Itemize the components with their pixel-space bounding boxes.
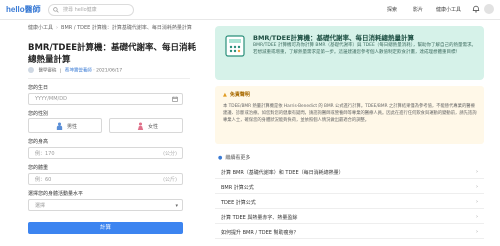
user-avatar[interactable] xyxy=(484,4,494,14)
more-link-label: TDEE 計算公式 xyxy=(221,200,256,206)
chevron-right-icon: › xyxy=(476,184,478,190)
gender-male-label: 男性 xyxy=(67,124,78,130)
more-heading: ● 繼續看更多 xyxy=(218,154,250,161)
banner-description: BMR/TDEE 計算機可為你計算 BMR（基礎代謝率）與 TDEE（每日總熱量… xyxy=(253,43,477,55)
author-name[interactable]: 蔡坤寶營養師 xyxy=(65,69,92,74)
height-input[interactable]: 例：170 (公分) xyxy=(28,147,183,159)
banner-title: BMR/TDEE計算機：基礎代謝率、每日消耗總熱量計算 xyxy=(253,34,415,42)
birthday-placeholder: YYYY/MM/DD xyxy=(35,96,67,102)
weight-label: 您的體重 xyxy=(28,165,49,171)
more-link-label: 計算 BMR（基礎代謝率）和 TDEE（每日消耗總熱量） xyxy=(221,170,344,176)
warning-icon: ▲ xyxy=(223,92,227,98)
calendar-icon[interactable] xyxy=(172,96,178,102)
more-link-5[interactable]: 如何提升 BMR / TDEE 幫助瘦身？ › xyxy=(215,226,484,239)
weight-input[interactable]: 例：60 (公斤) xyxy=(28,173,183,185)
nav-explore[interactable]: 探索 xyxy=(387,6,397,13)
disclaimer-box: ▲ 免責聲明 本 TDEE/BMR 熱量計算機是依 Harris-Benedict… xyxy=(215,86,484,144)
breadcrumb-item-tools[interactable]: 健康小工具 xyxy=(28,25,53,31)
author-prefix: 醫學審稿 xyxy=(38,68,57,74)
more-link-1[interactable]: 計算 BMR（基礎代謝率）和 TDEE（每日消耗總熱量） › xyxy=(215,166,484,179)
article-date: 2021/06/17 xyxy=(96,68,123,74)
height-unit: (公分) xyxy=(163,151,177,157)
height-placeholder: 例：170 xyxy=(35,151,55,157)
more-link-3[interactable]: TDEE 計算公式 › xyxy=(215,196,484,209)
breadcrumb: 健康小工具 › BMR / TDEE 計算機：計算基礎代謝率、每日消耗熱量計算 xyxy=(28,25,192,31)
author-avatar xyxy=(28,67,34,73)
more-link-2[interactable]: BMR 計算公式 › xyxy=(215,181,484,194)
calculate-button[interactable]: 計算 xyxy=(28,222,183,234)
disclaimer-title: ▲ 免責聲明 xyxy=(223,91,250,98)
height-label: 您的身高 xyxy=(28,139,49,145)
author-line: 醫學審稿 | 蔡坤寶營養師 · 2021/06/17 xyxy=(28,67,122,75)
divider xyxy=(28,78,190,79)
search-placeholder: 搜尋 hello健康 xyxy=(63,7,97,13)
chevron-right-icon: › xyxy=(476,199,478,205)
intro-banner: BMR/TDEE計算機：基礎代謝率、每日消耗總熱量計算 BMR/TDEE 計算機… xyxy=(215,26,484,80)
more-link-label: 計算 TDEE 與熱量赤字、熱量盈餘 xyxy=(221,215,298,221)
breadcrumb-item-current: BMR / TDEE 計算機：計算基礎代謝率、每日消耗熱量計算 xyxy=(61,25,192,31)
activity-selected-value: 選擇 xyxy=(35,203,46,209)
male-icon xyxy=(56,122,63,130)
birthday-label: 您的生日 xyxy=(28,85,49,91)
more-link-4[interactable]: 計算 TDEE 與熱量赤字、熱量盈餘 › xyxy=(215,211,484,224)
top-navigation-bar: hello醫師 搜尋 hello健康 探索 影片 健康小工具 xyxy=(0,0,500,20)
chevron-right-icon: › xyxy=(476,229,478,235)
gender-female-option[interactable]: 女性 xyxy=(109,118,183,133)
weight-unit: (公斤) xyxy=(163,177,177,183)
page-title: BMR/TDEE計算機：基礎代謝率、每日消耗總熱量計算 xyxy=(28,43,197,65)
disclaimer-title-text: 免責聲明 xyxy=(229,92,250,98)
search-icon xyxy=(53,7,59,13)
activity-select[interactable]: 選擇 ▾ xyxy=(28,199,183,211)
nav-health-tools[interactable]: 健康小工具 xyxy=(436,6,461,13)
search-input[interactable]: 搜尋 hello健康 xyxy=(48,4,134,16)
chevron-right-icon: › xyxy=(476,214,478,220)
site-logo[interactable]: hello醫師 xyxy=(6,4,41,15)
bell-icon[interactable] xyxy=(472,5,480,13)
chevron-down-icon: ▾ xyxy=(175,203,178,209)
more-heading-text: 繼續看更多 xyxy=(225,155,251,161)
activity-label: 選擇您的身體活動量水平 xyxy=(28,191,84,197)
gender-male-option[interactable]: 男性 xyxy=(28,118,102,133)
birthday-input[interactable]: YYYY/MM/DD xyxy=(28,93,183,105)
weight-placeholder: 例：60 xyxy=(35,177,52,183)
female-icon xyxy=(137,122,144,130)
gender-label: 您的性別 xyxy=(28,111,49,117)
more-link-label: 如何提升 BMR / TDEE 幫助瘦身？ xyxy=(221,230,299,236)
disclaimer-body: 本 TDEE/BMR 熱量計算機是依 Harris-Benedict 的 BMR… xyxy=(223,104,477,123)
more-link-label: BMR 計算公式 xyxy=(221,185,254,191)
nav-videos[interactable]: 影片 xyxy=(413,6,423,13)
calculator-icon xyxy=(225,35,245,57)
gender-female-label: 女性 xyxy=(148,124,159,130)
chevron-right-icon: › xyxy=(476,169,478,175)
info-icon: ● xyxy=(218,155,223,161)
